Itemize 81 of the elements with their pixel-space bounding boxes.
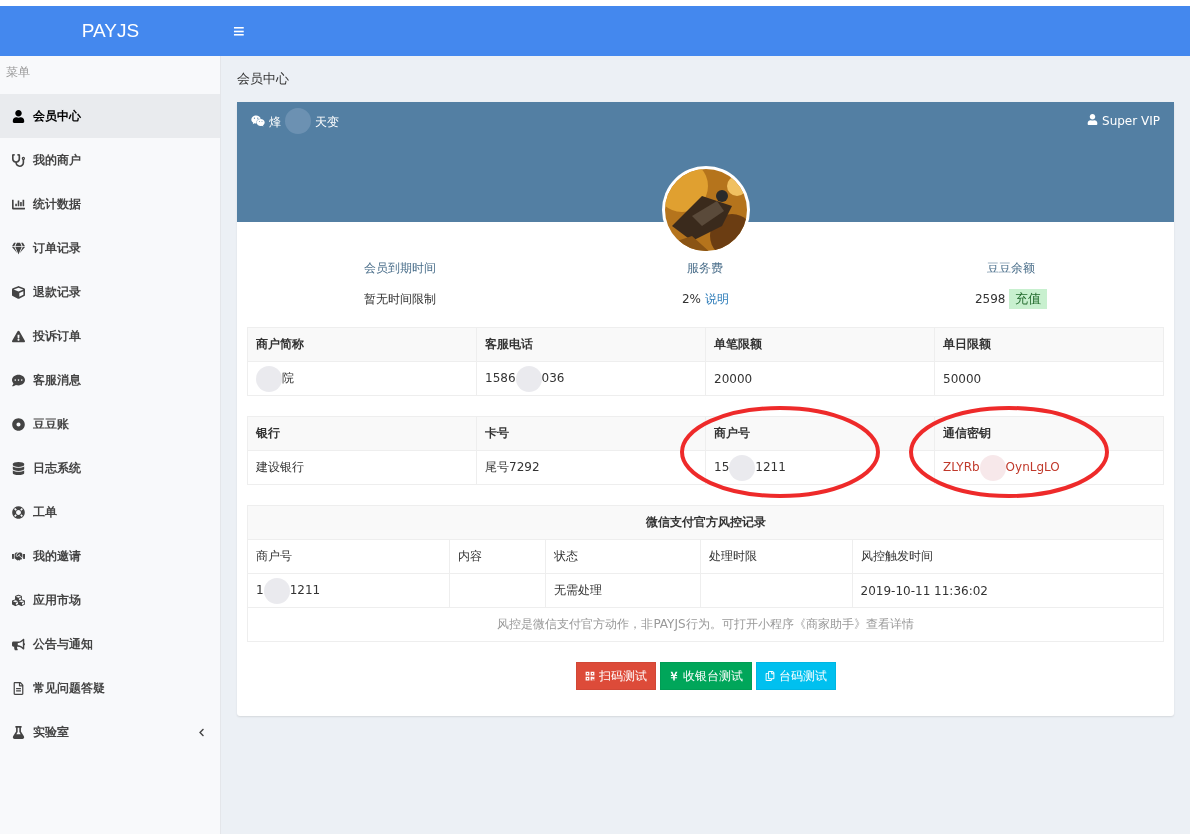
copy-icon [764, 671, 775, 681]
user-name: 天变 [315, 114, 339, 131]
cube-icon [12, 285, 25, 299]
sidebar-item[interactable]: 实验室 [0, 710, 220, 754]
menu-toggle[interactable]: ≡ [225, 19, 253, 43]
chat-icon [12, 373, 25, 387]
column-header: 风控触发时间 [860, 549, 933, 563]
qr-code-icon [584, 671, 595, 681]
gem-icon [12, 241, 25, 255]
stat-value: 2598 [974, 292, 1006, 306]
test-button[interactable]: 扫码测试 [575, 662, 656, 690]
stat-value: 2% [681, 292, 701, 306]
sidebar-item[interactable]: 客服消息 [0, 358, 220, 402]
column-header: 客服电话 [485, 337, 533, 351]
warning-icon [12, 329, 25, 343]
cell-text: 50000 [943, 371, 982, 386]
sidebar-item[interactable]: 订单记录 [0, 226, 220, 270]
sidebar-item[interactable]: 投诉订单 [0, 314, 220, 358]
flask-icon [12, 725, 25, 739]
column-header: 商户简称 [256, 337, 304, 351]
cell-text: 036 [541, 371, 565, 386]
stat-value: 暂无时间限制 [363, 290, 436, 308]
recharge-button[interactable]: 充值 [1009, 289, 1048, 309]
breadcrumb: 会员中心 [237, 71, 289, 86]
wechat-icon [251, 114, 265, 128]
column-header: 单日限额 [943, 337, 991, 351]
cell-text: 1211 [289, 583, 321, 598]
member-level: Super VIP [1102, 114, 1160, 128]
stat-label: 会员到期时间 [363, 261, 436, 275]
document-icon [12, 681, 25, 695]
column-header: 状态 [553, 549, 578, 563]
column-header: 处理时限 [709, 549, 758, 563]
cell-text: 建设银行 [256, 460, 304, 474]
secret-key: OynLgLO [1005, 460, 1060, 475]
sidebar-item[interactable]: 统计数据 [0, 182, 220, 226]
chevron-icon [197, 727, 206, 737]
info-link[interactable]: 说明 [705, 290, 729, 308]
megaphone-icon [12, 637, 25, 651]
cubes-icon [12, 593, 25, 607]
cell-text: 1586 [485, 371, 516, 386]
column-header: 卡号 [485, 426, 509, 440]
sidebar-item[interactable]: 会员中心 [0, 94, 220, 138]
cell-text: 2019-10-11 11:36:02 [860, 583, 988, 598]
bar-chart-icon [12, 197, 25, 211]
table-title: 微信支付官方风控记录 [645, 515, 766, 529]
column-header: 内容 [457, 549, 482, 563]
cell-text: 尾号7292 [485, 460, 540, 474]
column-header: 商户号 [714, 426, 750, 440]
cell-text: 院 [282, 371, 294, 385]
cell-text: 15 [714, 460, 730, 475]
life-ring-icon [12, 505, 25, 519]
cell-text: 1211 [755, 460, 786, 475]
sidebar-item[interactable]: 常见问题答疑 [0, 666, 220, 710]
sidebar-item[interactable]: 我的商户 [0, 138, 220, 182]
database-icon [12, 461, 25, 475]
sidebar-item[interactable]: 公告与通知 [0, 622, 220, 666]
stat-label: 豆豆余额 [987, 261, 1036, 275]
stethoscope-icon [12, 153, 25, 167]
cell-text: 1 [256, 583, 264, 598]
sidebar-item[interactable]: 退款记录 [0, 270, 220, 314]
secret-key: ZLYRb [943, 460, 980, 475]
sidebar-heading: 菜单 [6, 65, 30, 79]
user-icon [1087, 114, 1099, 125]
sidebar-item[interactable]: 我的邀请 [0, 534, 220, 578]
sidebar-item[interactable]: 豆豆账 [0, 402, 220, 446]
sidebar-item[interactable]: 应用市场 [0, 578, 220, 622]
user-icon [12, 109, 25, 123]
cell-text: 无需处理 [553, 583, 602, 597]
blur-spot [285, 108, 311, 134]
stat-label: 服务费 [687, 261, 724, 275]
sidebar-item[interactable]: 日志系统 [0, 446, 220, 490]
column-header: 单笔限额 [714, 337, 762, 351]
column-header: 商户号 [256, 549, 292, 563]
brand-logo: PAYJS [81, 20, 140, 41]
cell-text: 20000 [714, 371, 753, 386]
note-text: 风控是微信支付官方动作，非PAYJS行为。可打开小程序《商家助手》查看详情 [497, 617, 914, 631]
column-header: 通信密钥 [943, 426, 991, 440]
column-header: 银行 [256, 426, 280, 440]
sidebar-item[interactable]: 工单 [0, 490, 220, 534]
yen-icon [668, 671, 679, 681]
user-name: 烽 [269, 114, 281, 131]
